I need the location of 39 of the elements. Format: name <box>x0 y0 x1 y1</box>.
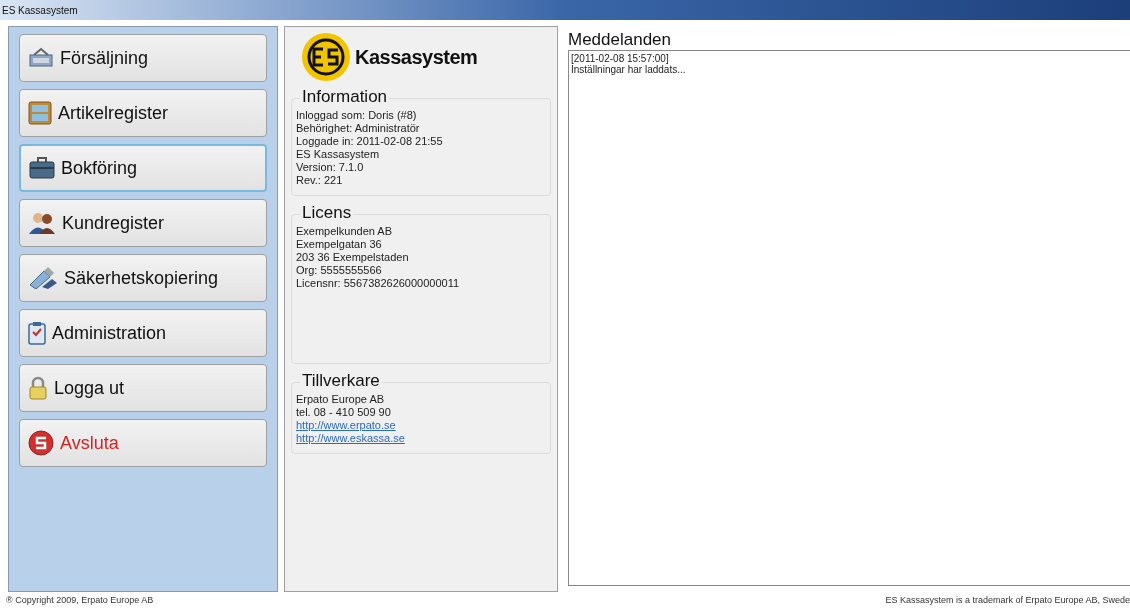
info-text: Version: 7.1.0 <box>296 161 365 174</box>
info-text: Erpato Europe AB <box>296 393 386 406</box>
info-text: Loggade in: 2011-02-08 21:55 <box>296 135 444 148</box>
basket-icon <box>28 47 54 69</box>
info-text: Inloggad som: Doris (#8) <box>296 109 418 122</box>
info-text: Behörighet: Administratör <box>296 122 421 135</box>
info-text: Licensnr: 5567382626000000011 <box>296 277 461 290</box>
menu-button[interactable]: Administration <box>19 309 267 357</box>
menu-button[interactable]: Försäljning <box>19 34 267 82</box>
message-text: Inställningar har laddats... <box>571 64 687 75</box>
menu-button[interactable]: Kundregister <box>19 199 267 247</box>
logo-icon <box>301 32 351 82</box>
menu-button[interactable]: Avsluta <box>19 419 267 467</box>
info-text: tel. 08 - 410 509 90 <box>296 406 392 419</box>
link[interactable]: http://www.eskassa.se <box>296 432 405 445</box>
usb-stick-icon <box>28 267 58 289</box>
briefcase-icon <box>29 157 55 179</box>
clipboard-icon <box>28 321 46 345</box>
window-title: ES Kassasystem <box>2 3 78 18</box>
cabinet-icon <box>28 101 52 125</box>
info-text: Org: 5555555566 <box>296 264 383 277</box>
messages-title: Meddelanden <box>567 30 673 50</box>
logo-text: Kassasystem <box>355 45 478 70</box>
link[interactable]: http://www.erpato.se <box>296 419 396 432</box>
menu-button[interactable]: Logga ut <box>19 364 267 412</box>
info-text: 203 36 Exempelstaden <box>296 251 410 264</box>
info-text: Rev.: 221 <box>296 174 344 187</box>
copyright-text: ® Copyright 2009, Erpato Europe AB <box>6 594 154 608</box>
padlock-icon <box>28 376 48 400</box>
info-text: Exempelgatan 36 <box>296 238 383 251</box>
menu-button[interactable]: Bokföring <box>19 144 267 192</box>
info-text: Exempelkunden AB <box>296 225 393 238</box>
trademark-text: ES Kassasystem is a trademark of Erpato Europe AB, Swede <box>885 594 1130 608</box>
menu-button[interactable]: Artikelregister <box>19 89 267 137</box>
message-text: [2011-02-08 15:57:00] <box>571 53 669 64</box>
people-icon <box>28 211 56 235</box>
info-text: ES Kassasystem <box>296 148 381 161</box>
menu-button[interactable]: Säkerhetskopiering <box>19 254 267 302</box>
exit-icon <box>28 430 54 456</box>
